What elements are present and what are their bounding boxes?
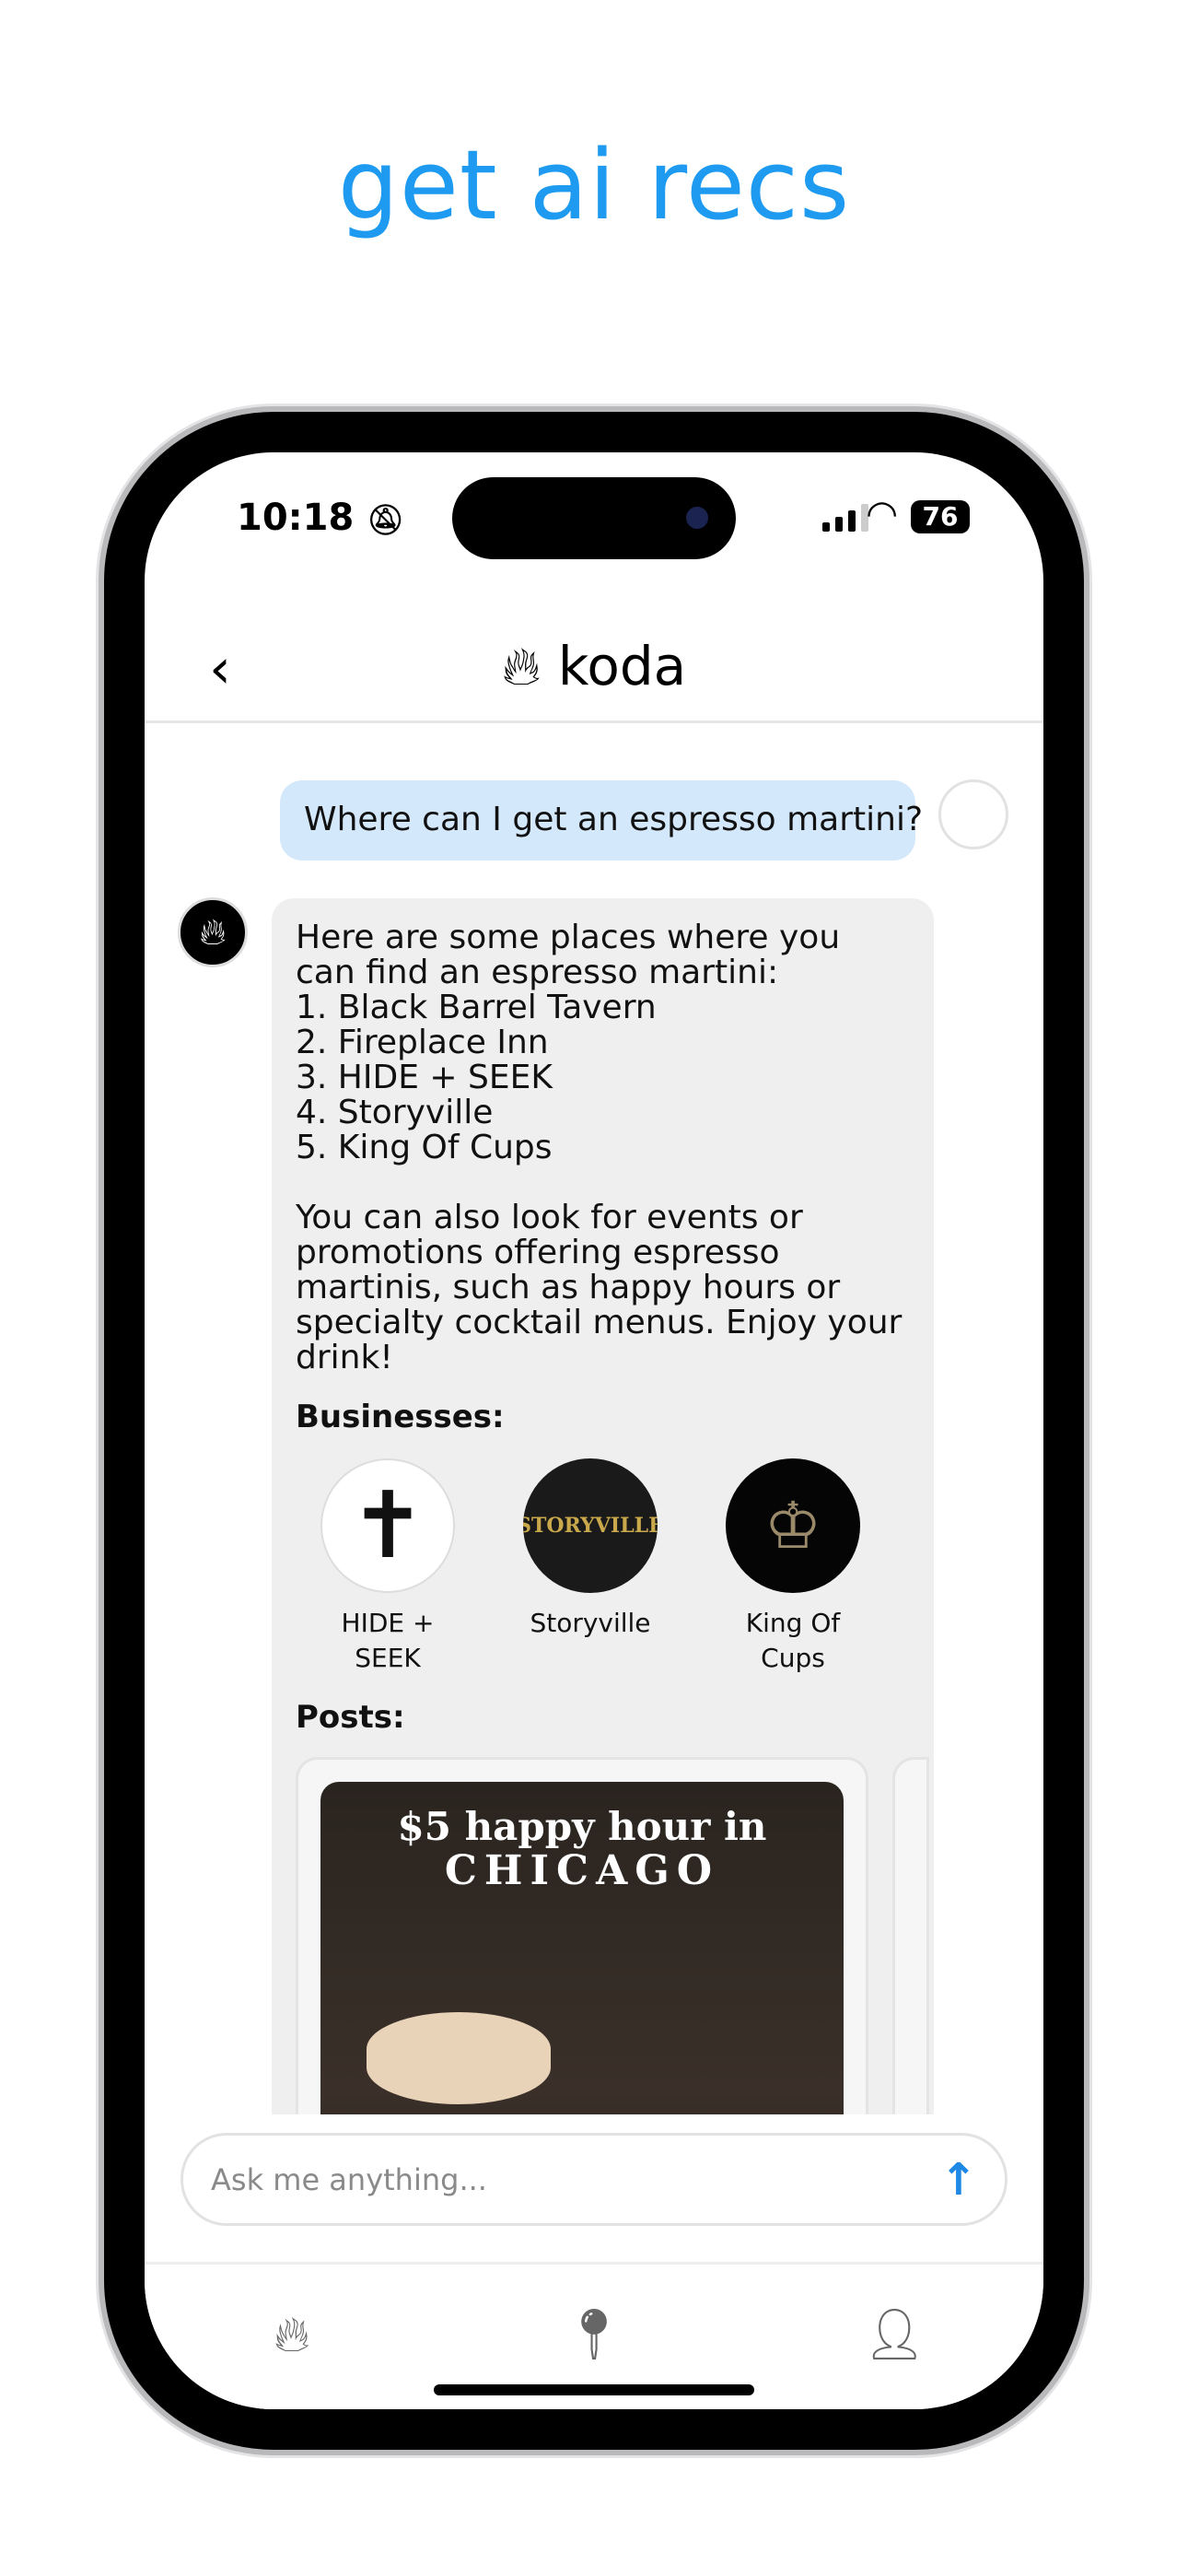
status-time: 10:18 🔕︎ <box>237 497 404 539</box>
business-logo: ✝︎ <box>320 1458 455 1593</box>
tab-home[interactable]: 🔥︎ <box>255 2305 329 2364</box>
map-pin-icon: 📍︎ <box>562 2305 626 2363</box>
header: ‹ 🔥︎ koda <box>145 609 1043 723</box>
business-name: Storyville <box>530 1608 651 1638</box>
business-logo: ♔ <box>726 1458 860 1593</box>
app-logo: 🔥︎ koda <box>145 635 1043 698</box>
martini-glass <box>367 2012 551 2104</box>
bot-message-text: Here are some places where you can find … <box>296 919 903 1376</box>
tab-profile[interactable]: 👤︎ <box>857 2305 931 2364</box>
chat-input[interactable]: Ask me anything... ↑ <box>181 2133 1007 2226</box>
phone-screen: 10:18 🔕︎ ◠ 76 ‹ 🔥︎ koda Where can I get … <box>145 452 1043 2409</box>
person-icon: 👤︎ <box>862 2305 926 2363</box>
flame-icon: 🔥︎ <box>274 2305 310 2363</box>
time-text: 10:18 <box>237 497 355 539</box>
business-logo: STORYVILLE <box>523 1458 658 1593</box>
send-arrow-icon[interactable]: ↑ <box>940 2154 977 2206</box>
home-indicator[interactable] <box>434 2384 754 2395</box>
business-king-of-cups[interactable]: ♔ King Of Cups <box>710 1458 876 1676</box>
signal-icon <box>822 504 868 532</box>
posts-label: Posts: <box>296 1699 405 1736</box>
bell-slash-icon: 🔕︎ <box>367 502 404 537</box>
next-post-card[interactable] <box>892 1757 929 2114</box>
post-card[interactable]: $5 happy hour in CHICAGO <box>296 1757 929 2114</box>
business-carousel[interactable]: ✝︎ HIDE + SEEK STORYVILLE Storyville ♔ K… <box>305 1458 910 1676</box>
bot-message: Here are some places where you can find … <box>272 898 934 2114</box>
flame-icon: 🔥︎ <box>199 911 227 954</box>
business-hide-seek[interactable]: ✝︎ HIDE + SEEK <box>305 1458 471 1676</box>
post-image: $5 happy hour in CHICAGO <box>320 1782 844 2114</box>
post-caption-line1: $5 happy hour in <box>397 1804 767 1849</box>
tab-map[interactable]: 📍︎ <box>557 2305 631 2364</box>
dynamic-island <box>452 477 736 559</box>
post-caption-line2: CHICAGO <box>444 1847 720 1894</box>
headline: get ai recs <box>337 129 851 241</box>
flame-icon: 🔥︎ <box>501 635 542 697</box>
camera <box>686 507 708 529</box>
user-message: Where can I get an espresso martini? <box>280 780 923 861</box>
wifi-icon: ◠ <box>868 493 896 535</box>
businesses-label: Businesses: <box>296 1399 505 1435</box>
business-name: King Of Cups <box>745 1608 841 1673</box>
chat-input-placeholder: Ask me anything... <box>211 2161 487 2197</box>
bot-avatar: 🔥︎ <box>178 897 248 967</box>
business-name: HIDE + SEEK <box>341 1608 435 1673</box>
user-avatar <box>938 779 1008 849</box>
battery-indicator: 76 <box>911 500 970 533</box>
business-storyville[interactable]: STORYVILLE Storyville <box>507 1458 673 1676</box>
app-title: koda <box>557 635 687 697</box>
